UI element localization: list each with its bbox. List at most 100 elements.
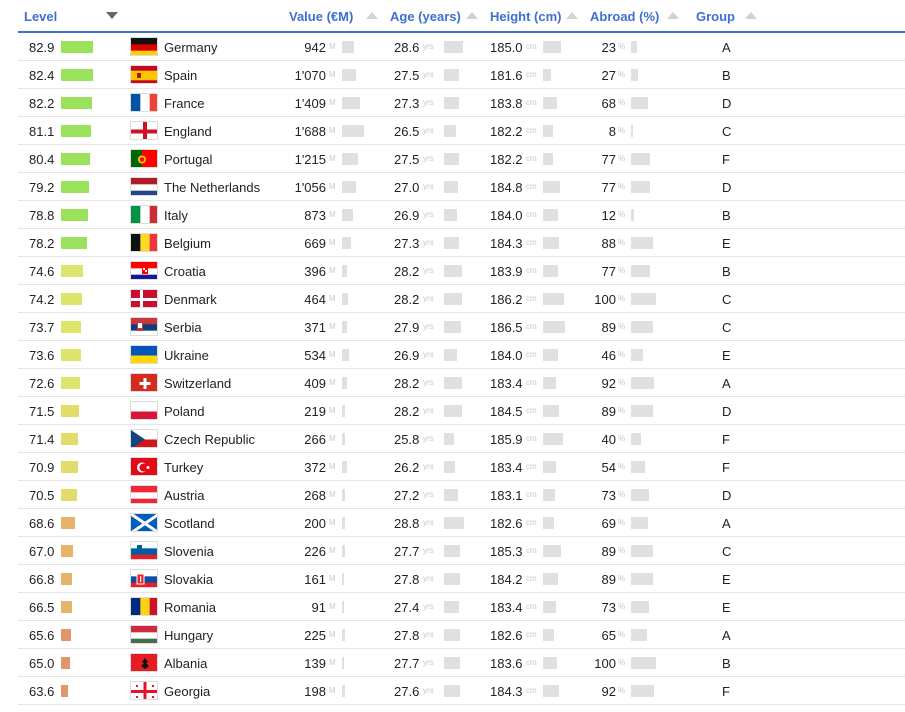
team-name[interactable]: Georgia — [164, 684, 210, 699]
abroad-bar — [631, 153, 650, 165]
height-bar — [543, 405, 559, 417]
average-age: 27.9 — [394, 320, 420, 335]
abroad-bar — [631, 405, 653, 417]
column-header-age[interactable]: Age (years) — [390, 9, 461, 24]
team-name[interactable]: The Netherlands — [164, 180, 260, 195]
level-bar — [61, 181, 89, 193]
value-bar — [342, 209, 353, 221]
table-row[interactable]: 79.2 The Netherlands 1'056 M 27.0 yrs 184.8 cm 7… — [18, 173, 905, 201]
table-row[interactable]: 71.5 Poland 219 M 28.2 yrs 184.5 cm 89% D — [18, 397, 905, 425]
team-name[interactable]: Albania — [164, 656, 207, 671]
team-name[interactable]: Poland — [164, 404, 204, 419]
team-name[interactable]: Croatia — [164, 264, 206, 279]
abroad-unit: % — [618, 574, 626, 583]
table-row[interactable]: 66.5 Romania 91 M 27.4 yrs 183.4 cm 73% E — [18, 593, 905, 621]
team-name[interactable]: Czech Republic — [164, 432, 255, 447]
team-name[interactable]: Belgium — [164, 236, 211, 251]
team-name[interactable]: England — [164, 124, 212, 139]
age-unit: yrs — [423, 154, 434, 163]
sort-asc-arrow-icon[interactable] — [466, 12, 478, 19]
team-name[interactable]: Italy — [164, 208, 188, 223]
team-name[interactable]: Slovakia — [164, 572, 213, 587]
team-name[interactable]: Switzerland — [164, 376, 231, 391]
table-row[interactable]: 73.6 Ukraine 534 M 26.9 yrs 184.0 cm 46% E — [18, 341, 905, 369]
abroad-percent: 92 — [601, 684, 616, 699]
level-bar — [61, 517, 75, 529]
value-bar — [342, 517, 345, 529]
market-value: 161 — [304, 572, 326, 587]
sort-asc-arrow-icon[interactable] — [745, 12, 757, 19]
sort-asc-arrow-icon[interactable] — [667, 12, 679, 19]
age-unit: yrs — [423, 350, 434, 359]
column-header-abroad[interactable]: Abroad (%) — [590, 9, 659, 24]
table-row[interactable]: 82.4 Spain 1'070 M 27.5 yrs 181.6 cm 27% B — [18, 61, 905, 89]
column-header-value[interactable]: Value (€M) — [289, 9, 353, 24]
table-row[interactable]: 82.2 France 1'409 M 27.3 yrs 183.8 cm 68% D — [18, 89, 905, 117]
group-letter: C — [722, 544, 732, 559]
table-row[interactable]: 68.6 Scotland 200 M 28.8 yrs 182.6 cm 69% A — [18, 509, 905, 537]
table-row[interactable]: 63.6 Georgia 198 M 27.6 yrs 184.3 cm 92% F — [18, 677, 905, 705]
column-header-height[interactable]: Height (cm) — [490, 9, 562, 24]
abroad-unit: % — [618, 490, 626, 499]
team-name[interactable]: Romania — [164, 600, 216, 615]
market-value: 200 — [304, 516, 326, 531]
team-name[interactable]: France — [164, 96, 204, 111]
age-bar — [444, 629, 460, 641]
table-row[interactable]: 65.6 Hungary 225 M 27.8 yrs 182.6 cm 65% A — [18, 621, 905, 649]
average-height: 184.0 — [490, 208, 523, 223]
team-name[interactable]: Turkey — [164, 460, 203, 475]
market-value: 1'070 — [294, 68, 326, 83]
team-name[interactable]: Denmark — [164, 292, 217, 307]
table-row[interactable]: 80.4 Portugal 1'215 M 27.5 yrs 182.2 cm 77% F — [18, 145, 905, 173]
table-row[interactable]: 78.8 Italy 873 M 26.9 yrs 184.0 cm 12% B — [18, 201, 905, 229]
table-row[interactable]: 74.2 Denmark 464 M 28.2 yrs 186.2 cm 100% C — [18, 285, 905, 313]
value-bar — [342, 265, 347, 277]
poland-flag-icon — [130, 401, 158, 420]
table-row[interactable]: 78.2 Belgium 669 M 27.3 yrs 184.3 cm 88% E — [18, 229, 905, 257]
level-value: 66.8 — [29, 572, 55, 587]
table-row[interactable]: 67.0 Slovenia 226 M 27.7 yrs 185.3 cm 89% C — [18, 537, 905, 565]
sort-asc-arrow-icon[interactable] — [566, 12, 578, 19]
value-bar — [342, 41, 354, 53]
age-bar — [444, 601, 459, 613]
table-row[interactable]: 71.4 Czech Republic 266 M 25.8 yrs 185.9 cm 40% F — [18, 425, 905, 453]
table-row[interactable]: 70.9 Turkey 372 M 26.2 yrs 183.4 cm 54% F — [18, 453, 905, 481]
abroad-unit: % — [618, 70, 626, 79]
level-bar — [61, 321, 81, 333]
table-row[interactable]: 70.5 Austria 268 M 27.2 yrs 183.1 cm 73% D — [18, 481, 905, 509]
table-row[interactable]: 72.6 Switzerland 409 M 28.2 yrs 183.4 cm 92% A — [18, 369, 905, 397]
team-name[interactable]: Spain — [164, 68, 197, 83]
age-bar — [444, 545, 460, 557]
level-value: 73.6 — [29, 348, 55, 363]
team-name[interactable]: Scotland — [164, 516, 215, 531]
table-row[interactable]: 74.6 Croatia 396 M 28.2 yrs 183.9 cm 77% B — [18, 257, 905, 285]
table-row[interactable]: 81.1 England 1'688 M 26.5 yrs 182.2 cm 8% C — [18, 117, 905, 145]
average-height: 184.3 — [490, 684, 523, 699]
team-name[interactable]: Serbia — [164, 320, 202, 335]
team-name[interactable]: Hungary — [164, 628, 213, 643]
table-row[interactable]: 82.9 Germany 942 M 28.6 yrs 185.0 cm 23% A — [18, 33, 905, 61]
team-name[interactable]: Slovenia — [164, 544, 214, 559]
column-header-level[interactable]: Level — [24, 9, 57, 24]
group-letter: C — [722, 320, 732, 335]
height-bar — [543, 377, 556, 389]
average-age: 28.2 — [394, 264, 420, 279]
sort-desc-arrow-icon[interactable] — [106, 12, 118, 19]
table-row[interactable]: 65.0 Albania 139 M 27.7 yrs 183.6 cm 100% B — [18, 649, 905, 677]
value-bar — [342, 657, 344, 669]
average-height: 182.2 — [490, 152, 523, 167]
sort-asc-arrow-icon[interactable] — [366, 12, 378, 19]
average-age: 28.2 — [394, 404, 420, 419]
table-row[interactable]: 73.7 Serbia 371 M 27.9 yrs 186.5 cm 89% C — [18, 313, 905, 341]
value-unit: M — [329, 490, 336, 499]
level-value: 81.1 — [29, 124, 55, 139]
team-name[interactable]: Ukraine — [164, 348, 209, 363]
team-name[interactable]: Germany — [164, 40, 217, 55]
table-row[interactable]: 66.8 Slovakia 161 M 27.8 yrs 184.2 cm 89% E — [18, 565, 905, 593]
austria-flag-icon — [130, 485, 158, 504]
column-header-group[interactable]: Group — [696, 9, 735, 24]
abroad-percent: 92 — [601, 376, 616, 391]
team-name[interactable]: Portugal — [164, 152, 212, 167]
team-name[interactable]: Austria — [164, 488, 204, 503]
abroad-unit: % — [618, 378, 626, 387]
